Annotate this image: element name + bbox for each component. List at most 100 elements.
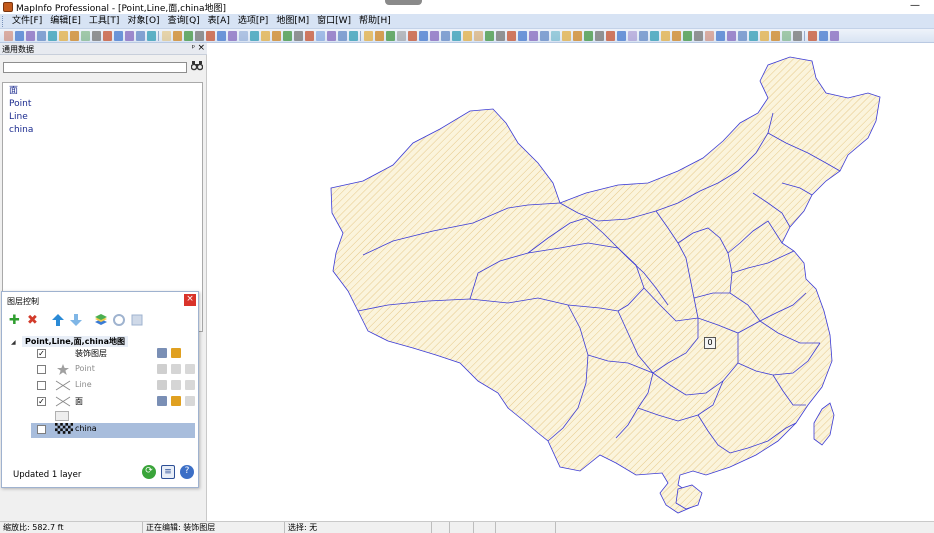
menu-map[interactable]: 地图[M] bbox=[272, 14, 313, 28]
list-item[interactable]: china bbox=[9, 124, 202, 137]
toolbar-tool-icon[interactable] bbox=[672, 31, 681, 41]
toolbar-tool-icon[interactable] bbox=[103, 31, 112, 41]
apply-icon[interactable]: ⟳ bbox=[142, 465, 156, 479]
map-window-name[interactable]: Point,Line,面,china地图 bbox=[22, 336, 128, 347]
toolbar-tool-icon[interactable] bbox=[705, 31, 714, 41]
toolbar-tool-icon[interactable] bbox=[272, 31, 281, 41]
toolbar-tool-icon[interactable] bbox=[639, 31, 648, 41]
menu-help[interactable]: 帮助[H] bbox=[355, 14, 395, 28]
toolbar-tool-icon[interactable] bbox=[738, 31, 747, 41]
toolbar-tool-icon[interactable] bbox=[485, 31, 494, 41]
selectable-icon[interactable] bbox=[171, 380, 181, 390]
toolbar-tool-icon[interactable] bbox=[239, 31, 248, 41]
label-icon[interactable] bbox=[185, 380, 195, 390]
toolbar-tool-icon[interactable] bbox=[70, 31, 79, 41]
editable-icon[interactable] bbox=[157, 396, 167, 406]
toolbar-tool-icon[interactable] bbox=[250, 31, 259, 41]
toolbar-tool-icon[interactable] bbox=[349, 31, 358, 41]
list-item[interactable]: Point bbox=[9, 98, 202, 111]
toolbar-tool-icon[interactable] bbox=[617, 31, 626, 41]
toolbar-tool-icon[interactable] bbox=[760, 31, 769, 41]
menu-table[interactable]: 表[A] bbox=[204, 14, 234, 28]
menu-objects[interactable]: 对象[O] bbox=[123, 14, 163, 28]
label-icon[interactable] bbox=[185, 364, 195, 374]
expand-icon[interactable]: ◢ bbox=[11, 339, 16, 346]
toolbar-tool-icon[interactable] bbox=[261, 31, 270, 41]
toolbar-tool-icon[interactable] bbox=[294, 31, 303, 41]
toolbar-tool-icon[interactable] bbox=[661, 31, 670, 41]
layer-refresh-icon[interactable] bbox=[111, 313, 126, 328]
toolbar-tool-icon[interactable] bbox=[749, 31, 758, 41]
layer-row[interactable]: Point bbox=[31, 363, 195, 378]
layer-row[interactable]: china bbox=[31, 423, 195, 438]
toolbar-tool-icon[interactable] bbox=[147, 31, 156, 41]
search-input[interactable] bbox=[3, 62, 187, 73]
toolbar-tool-icon[interactable] bbox=[463, 31, 472, 41]
list-item[interactable]: Line bbox=[9, 111, 202, 124]
layer-row[interactable]: ✓ 面 bbox=[31, 395, 195, 410]
help-icon[interactable]: ? bbox=[180, 465, 194, 479]
toolbar-tool-icon[interactable] bbox=[48, 31, 57, 41]
toolbar-tool-icon[interactable] bbox=[195, 31, 204, 41]
menu-query[interactable]: 查询[Q] bbox=[164, 14, 204, 28]
menu-tools[interactable]: 工具[T] bbox=[85, 14, 124, 28]
toolbar-tool-icon[interactable] bbox=[305, 31, 314, 41]
toolbar-tool-icon[interactable] bbox=[782, 31, 791, 41]
toolbar-tool-icon[interactable] bbox=[683, 31, 692, 41]
move-down-icon[interactable] bbox=[68, 313, 83, 328]
toolbar-tool-icon[interactable] bbox=[364, 31, 373, 41]
toolbar-tool-icon[interactable] bbox=[15, 31, 24, 41]
toolbar-tool-icon[interactable] bbox=[206, 31, 215, 41]
toolbar-tool-icon[interactable] bbox=[518, 31, 527, 41]
menu-edit[interactable]: 编辑[E] bbox=[46, 14, 85, 28]
toolbar-tool-icon[interactable] bbox=[529, 31, 538, 41]
toolbar-tool-icon[interactable] bbox=[217, 31, 226, 41]
toolbar-tool-icon[interactable] bbox=[125, 31, 134, 41]
layer-settings-icon[interactable] bbox=[129, 313, 144, 328]
toolbar-tool-icon[interactable] bbox=[59, 31, 68, 41]
selectable-icon[interactable] bbox=[171, 364, 181, 374]
list-item[interactable]: 面 bbox=[9, 85, 202, 98]
panel-close-button[interactable]: × bbox=[197, 43, 205, 53]
toolbar-tool-icon[interactable] bbox=[507, 31, 516, 41]
layer-row[interactable]: Line bbox=[31, 379, 195, 394]
toolbar-tool-icon[interactable] bbox=[793, 31, 802, 41]
toolbar-tool-icon[interactable] bbox=[37, 31, 46, 41]
toolbar-tool-icon[interactable] bbox=[771, 31, 780, 41]
toolbar-tool-icon[interactable] bbox=[136, 31, 145, 41]
toolbar-tool-icon[interactable] bbox=[375, 31, 384, 41]
toolbar-tool-icon[interactable] bbox=[92, 31, 101, 41]
toolbar-tool-icon[interactable] bbox=[338, 31, 347, 41]
toolbar-tool-icon[interactable] bbox=[606, 31, 615, 41]
toolbar-tool-icon[interactable] bbox=[4, 31, 13, 41]
toolbar-tool-icon[interactable] bbox=[716, 31, 725, 41]
toolbar-tool-icon[interactable] bbox=[562, 31, 571, 41]
layer-visibility-checkbox[interactable] bbox=[37, 365, 46, 374]
toolbar-tool-icon[interactable] bbox=[573, 31, 582, 41]
selectable-icon[interactable] bbox=[171, 396, 181, 406]
toolbar-tool-icon[interactable] bbox=[452, 31, 461, 41]
editable-icon[interactable] bbox=[157, 380, 167, 390]
toolbar-tool-icon[interactable] bbox=[316, 31, 325, 41]
toolbar-tool-icon[interactable] bbox=[81, 31, 90, 41]
toolbar-tool-icon[interactable] bbox=[819, 31, 828, 41]
toolbar-tool-icon[interactable] bbox=[430, 31, 439, 41]
toolbar-tool-icon[interactable] bbox=[26, 31, 35, 41]
editable-icon[interactable] bbox=[157, 348, 167, 358]
label-icon[interactable] bbox=[185, 396, 195, 406]
layer-properties-icon[interactable] bbox=[93, 313, 108, 328]
china-map[interactable] bbox=[208, 43, 934, 521]
layer-visibility-checkbox[interactable] bbox=[37, 381, 46, 390]
toolbar-tool-icon[interactable] bbox=[474, 31, 483, 41]
toolbar-tool-icon[interactable] bbox=[694, 31, 703, 41]
toolbar-tool-icon[interactable] bbox=[441, 31, 450, 41]
toolbar-tool-icon[interactable] bbox=[628, 31, 637, 41]
toolbar-tool-icon[interactable] bbox=[228, 31, 237, 41]
add-layer-icon[interactable]: ✚ bbox=[7, 313, 22, 328]
toolbar-tool-icon[interactable] bbox=[419, 31, 428, 41]
map-window[interactable]: 0 bbox=[208, 43, 934, 521]
map-label[interactable]: 0 bbox=[704, 337, 716, 349]
remove-layer-icon[interactable]: ✖ bbox=[25, 313, 40, 328]
toolbar-tool-icon[interactable] bbox=[540, 31, 549, 41]
toolbar-tool-icon[interactable] bbox=[408, 31, 417, 41]
